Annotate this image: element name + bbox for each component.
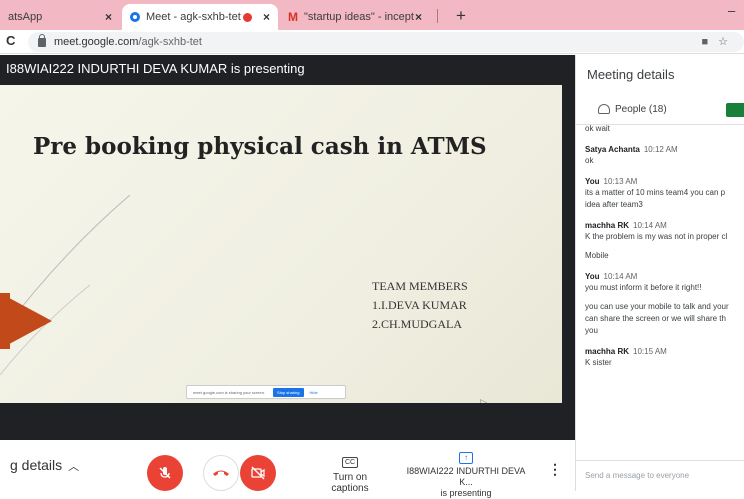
tab-whatsapp[interactable]: atsApp ×: [0, 4, 120, 30]
tab-meet[interactable]: Meet - agk-sxhb-tet ×: [122, 4, 278, 30]
url-path: /agk-sxhb-tet: [138, 36, 202, 48]
message-header: Satya Achanta 10:12 AM: [585, 145, 744, 154]
message-author: machha RK: [585, 347, 630, 356]
phone-hangup-icon: [213, 470, 229, 476]
meeting-details-label: g details: [10, 457, 63, 473]
close-icon[interactable]: ×: [105, 10, 112, 24]
new-tab-button[interactable]: +: [456, 6, 466, 26]
minimize-button[interactable]: –: [728, 3, 735, 18]
message-text: you: [585, 326, 598, 335]
message-header: You 10:13 AM: [585, 177, 744, 186]
presenting-indicator[interactable]: ↑ I88WIAI222 INDURTHI DEVA K... is prese…: [400, 452, 532, 499]
hide-button[interactable]: Hide: [310, 390, 318, 395]
browser-toolbar: C meet.google.com /agk-sxhb-tet ■☆: [0, 30, 744, 54]
camera-off-icon: [251, 466, 265, 480]
more-options-icon[interactable]: ⋮: [548, 461, 562, 478]
slide-arrow: [0, 293, 52, 349]
meeting-details-button[interactable]: g details ︿: [10, 457, 79, 474]
message-text: its a matter of 10 mins team4 you can p: [585, 188, 726, 197]
message-text: you can use your mobile to talk and your: [585, 302, 729, 311]
presentation-stage: I88WIAI222 INDURTHI DEVA KUMAR is presen…: [0, 55, 575, 440]
close-icon[interactable]: ×: [415, 10, 422, 24]
panel-tabs: People (18): [576, 95, 744, 125]
divider: [576, 460, 744, 461]
chat-message: machha RK 10:14 AM K the problem is my was…: [585, 221, 744, 261]
recording-icon: [243, 12, 252, 22]
team-member: 2.CH.MUDGALA: [372, 317, 462, 331]
tab-gmail[interactable]: M "startup ideas" - inceptra2020vrn ×: [280, 4, 430, 30]
close-icon[interactable]: ×: [263, 10, 270, 24]
captions-button[interactable]: CC Turn on captions: [313, 456, 387, 494]
chat-message: You 10:13 AM its a matter of 10 mins team4…: [585, 177, 744, 210]
camera-star-icons[interactable]: ■☆: [701, 35, 738, 48]
tab-people[interactable]: People (18): [598, 104, 667, 115]
message-header: machha RK 10:15 AM: [585, 347, 744, 356]
team-heading: TEAM MEMBERS: [372, 279, 468, 293]
message-text: ok wait: [585, 125, 610, 133]
message-time: 10:14 AM: [633, 221, 667, 230]
cc-icon: CC: [341, 457, 359, 468]
lock-icon: [38, 33, 46, 47]
message-text: Mobile: [585, 251, 609, 260]
presentation-slide: Pre booking physical cash in ATMS TEAM M…: [0, 85, 562, 403]
browser-tab-strip: atsApp × Meet - agk-sxhb-tet × M "startu…: [0, 0, 744, 30]
url-domain: meet.google.com: [54, 36, 139, 48]
camera-toggle[interactable]: [240, 455, 276, 491]
tab-label: atsApp: [8, 11, 43, 23]
message-text: K the problem is my was not in proper cl: [585, 232, 728, 241]
share-bar-text: meet.google.com is sharing your screen.: [193, 389, 266, 395]
chat-message-list: You10:12 AMok waitSatya Achanta10:12 AMo…: [585, 125, 744, 455]
message-text: idea after team3: [585, 200, 643, 209]
slide-title: Pre booking physical cash in ATMS: [33, 133, 487, 160]
message-author: You: [585, 272, 600, 281]
mic-off-icon: [159, 467, 171, 479]
tab-label: "startup ideas" - inceptra2020vrn: [304, 11, 414, 23]
people-tab-label: People (18): [615, 104, 667, 115]
stop-sharing-button[interactable]: Stop sharing: [273, 387, 304, 397]
reload-icon[interactable]: C: [6, 33, 15, 48]
message-time: 10:12 AM: [643, 145, 678, 154]
present-screen-icon: ↑: [459, 452, 473, 464]
leave-call-button[interactable]: [203, 455, 239, 491]
message-author: machha RK: [585, 221, 630, 230]
chat-message: You10:12 AMok wait: [585, 125, 744, 134]
gmail-icon: M: [288, 10, 298, 24]
message-text: ok: [585, 156, 594, 165]
message-author: You: [585, 177, 600, 186]
meeting-controls: g details ︿ CC Turn on captions ↑ I88WIAI…: [0, 440, 575, 498]
presenting-title: I88WIAI222 INDURTHI DEVA KUMAR is presen…: [6, 61, 305, 76]
tab-divider: [437, 9, 438, 23]
chevron-up-icon: ︿: [68, 461, 80, 473]
address-bar[interactable]: meet.google.com /agk-sxhb-tet ■☆: [28, 32, 744, 52]
message-author: Satya Achanta: [585, 145, 640, 154]
tab-chat[interactable]: [726, 103, 744, 117]
presenter-status: is presenting: [440, 488, 492, 498]
chat-message: machha RK 10:15 AM K sister: [585, 347, 744, 368]
message-time: 10:14 AM: [603, 272, 638, 281]
message-text: you must inform it before it right!!: [585, 283, 702, 292]
chat-message: You 10:14 AM you must inform it before it …: [585, 272, 744, 336]
meet-icon: [130, 12, 140, 22]
meeting-details-panel: Meeting details People (18) You10:12 AMo…: [575, 55, 744, 491]
people-icon: [598, 104, 610, 115]
team-members: TEAM MEMBERS 1.I.DEVA KUMAR 2.CH.MUDGALA: [372, 277, 468, 334]
message-time: 10:15 AM: [633, 347, 667, 356]
message-text: K sister: [585, 358, 612, 367]
message-header: machha RK 10:14 AM: [585, 221, 744, 230]
panel-title: Meeting details: [587, 67, 675, 82]
cursor-icon: ▷: [480, 397, 487, 403]
message-text: can share the screen or we will share th: [585, 314, 726, 323]
tab-label: Meet - agk-sxhb-tet: [146, 11, 241, 23]
presenter-name: I88WIAI222 INDURTHI DEVA K...: [406, 466, 526, 487]
message-time: 10:13 AM: [603, 177, 638, 186]
microphone-toggle[interactable]: [147, 455, 183, 491]
chat-message: Satya Achanta 10:12 AM ok: [585, 145, 744, 166]
chat-input[interactable]: Send a message to everyone: [585, 471, 689, 480]
team-member: 1.I.DEVA KUMAR: [372, 298, 467, 312]
message-header: You 10:14 AM: [585, 272, 744, 281]
screen-share-bar: meet.google.com is sharing your screen. …: [186, 385, 346, 399]
